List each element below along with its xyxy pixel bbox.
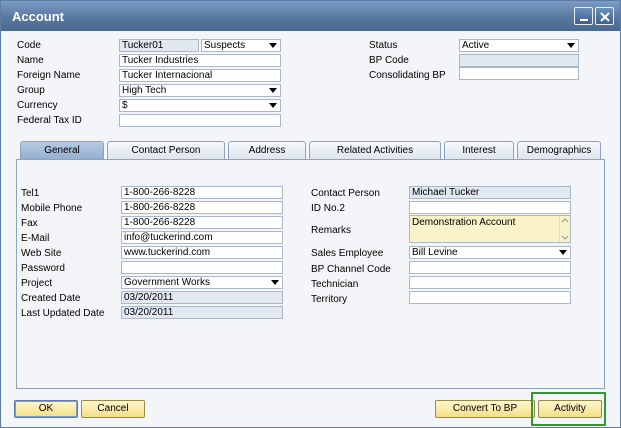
convert-to-bp-button[interactable]: Convert To BP [435,400,535,418]
group-label: Group [17,85,45,96]
tab-address[interactable]: Address [228,141,306,160]
name-label: Name [17,55,44,66]
tab-related-activities[interactable]: Related Activities [309,141,441,160]
mobile-phone-label: Mobile Phone [21,203,83,214]
email-label: E-Mail [21,233,50,244]
minimize-icon [580,19,588,21]
sales-employee-label: Sales Employee [311,248,384,259]
bp-code-field[interactable] [459,54,579,67]
remarks-label: Remarks [311,225,352,236]
window-title: Account [12,9,64,24]
project-label: Project [21,278,53,289]
code-type-dropdown[interactable]: Suspects [201,39,281,52]
tab-demographics[interactable]: Demographics [517,141,601,160]
territory-label: Territory [311,294,348,305]
close-button[interactable] [595,7,614,25]
foreign-name-field[interactable]: Tucker Internacional [119,69,281,82]
project-dropdown[interactable]: Government Works [121,276,283,289]
tab-interest[interactable]: Interest [444,141,514,160]
foreign-name-label: Foreign Name [17,70,81,81]
cancel-button[interactable]: Cancel [81,400,145,418]
federal-tax-field[interactable] [119,114,281,127]
code-label: Code [17,40,41,51]
remarks-field[interactable]: Demonstration Account [409,215,571,243]
federal-tax-label: Federal Tax ID [17,115,82,126]
group-dropdown[interactable]: High Tech [119,84,281,97]
currency-dropdown[interactable]: $ [119,99,281,112]
ok-button[interactable]: OK [14,400,78,418]
password-field[interactable] [121,261,283,274]
website-label: Web Site [21,248,62,259]
remarks-text: Demonstration Account [412,217,516,228]
title-bar: Account [1,1,620,31]
activity-highlight [531,392,606,426]
contact-person-label: Contact Person [311,188,380,199]
tel1-label: Tel1 [21,188,40,199]
website-field[interactable]: www.tuckerind.com [121,246,283,259]
last-updated-field: 03/20/2011 [121,306,283,319]
technician-field[interactable] [409,276,571,289]
scroll-arrows-icon [561,218,569,240]
created-date-field: 03/20/2011 [121,291,283,304]
last-updated-label: Last Updated Date [21,308,105,319]
account-window: Account Code Tucker01 Suspects Name Tuck… [0,0,621,428]
mobile-phone-field[interactable]: 1-800-266-8228 [121,201,283,214]
created-date-label: Created Date [21,293,81,304]
fax-label: Fax [21,218,38,229]
name-field[interactable]: Tucker Industries [119,54,281,67]
bp-channel-code-field[interactable] [409,261,571,274]
bp-code-label: BP Code [369,55,409,66]
sales-employee-dropdown[interactable]: Bill Levine [409,246,571,259]
close-icon [600,12,610,22]
bp-channel-code-label: BP Channel Code [311,264,391,275]
territory-field[interactable] [409,291,571,304]
id-no2-label: ID No.2 [311,203,345,214]
tel1-field[interactable]: 1-800-266-8228 [121,186,283,199]
status-dropdown[interactable]: Active [459,39,579,52]
consolidating-bp-field[interactable] [459,67,579,80]
remarks-scrollbar[interactable] [559,216,570,242]
email-field[interactable]: info@tuckerind.com [121,231,283,244]
code-field[interactable]: Tucker01 [119,39,199,52]
id-no2-field[interactable] [409,201,571,214]
contact-person-field[interactable]: Michael Tucker [409,186,571,199]
fax-field[interactable]: 1-800-266-8228 [121,216,283,229]
password-label: Password [21,263,65,274]
consolidating-bp-label: Consolidating BP [369,70,446,81]
minimize-button[interactable] [574,7,593,25]
tab-general[interactable]: General [20,141,104,160]
tab-contact-person[interactable]: Contact Person [107,141,225,160]
status-label: Status [369,40,398,51]
currency-label: Currency [17,100,58,111]
technician-label: Technician [311,279,359,290]
